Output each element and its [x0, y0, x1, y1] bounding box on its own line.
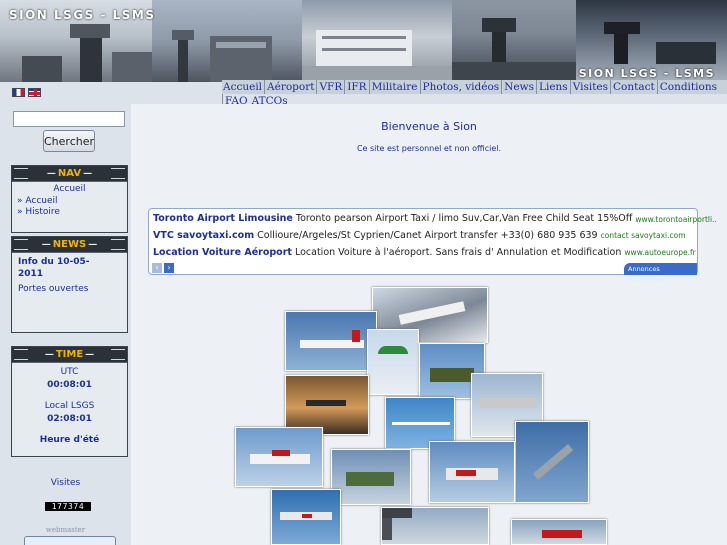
nav-link-aeroport[interactable]: Aéroport	[264, 80, 316, 94]
photo-pc7-trainer[interactable]	[271, 489, 341, 545]
local-time-label: Local LSGS	[44, 401, 95, 411]
utc-label: UTC	[60, 367, 79, 377]
top-navigation: Accueil Aéroport VFR IFR Militaire Photo…	[222, 80, 727, 108]
ad-url[interactable]: www.torontoairportli...	[635, 215, 717, 224]
nav-link-vfr[interactable]: VFR	[316, 80, 344, 94]
ad-title[interactable]: Toronto Airport Limousine	[153, 213, 293, 224]
ad-choices-badge[interactable]: Annonces Google	[624, 263, 697, 286]
nav-link-militaire[interactable]: Militaire	[368, 80, 420, 94]
time-box-title: TIME	[55, 349, 84, 360]
nav-box: — NAV — Accueil » Accueil » Histoire	[11, 165, 128, 233]
news-box: — NEWS — Info du 10-05- 2011 Portes ouve…	[11, 236, 128, 333]
season-label: Heure d'été	[39, 435, 100, 445]
google-logo: Google	[630, 276, 666, 286]
ad-text: Location Voiture à l'aéroport. Sans frai…	[294, 247, 622, 258]
nav-box-link-histoire[interactable]: » Histoire	[17, 207, 122, 219]
chevron-right-icon[interactable]: ›	[164, 263, 174, 273]
nav-box-header: — NAV —	[12, 166, 127, 182]
photo-robin-plane[interactable]	[235, 427, 323, 487]
main-content: Bienvenue à Sion Ce site est personnel e…	[131, 104, 727, 545]
sidebar: Chercher — NAV — Accueil » Accueil » His…	[0, 104, 131, 545]
news-item-text[interactable]: Portes ouvertes	[18, 283, 121, 295]
photo-sunset-jet[interactable]	[285, 375, 369, 435]
time-box-header: — TIME —	[12, 347, 127, 363]
chevron-left-icon[interactable]: ‹	[152, 263, 162, 273]
search-button[interactable]: Chercher	[43, 130, 95, 152]
nav-link-accueil[interactable]: Accueil	[222, 80, 264, 94]
photo-f18-fighter[interactable]	[515, 421, 589, 503]
local-time: 02:08:01	[47, 414, 92, 424]
ad-url[interactable]: www.autoeurope.fr	[624, 248, 695, 257]
ad-text: Collioure/Argeles/St Cyprien/Canet Airpo…	[257, 230, 598, 241]
ad-pagination: ‹ ›	[152, 263, 174, 273]
banner-title-right: SION LSGS - LSMS	[578, 67, 715, 80]
photo-collage	[235, 287, 615, 545]
news-item-year[interactable]: 2011	[18, 268, 121, 280]
ad-title[interactable]: VTC savoytaxi.com	[153, 230, 254, 241]
photo-control-tower[interactable]	[381, 507, 489, 545]
ad-item[interactable]: VTC savoytaxi.com Collioure/Argeles/St C…	[153, 230, 686, 241]
utc-time: 00:08:01	[47, 380, 92, 390]
nav-box-title: NAV	[57, 168, 82, 179]
photo-helicopter-red[interactable]	[429, 441, 515, 503]
ad-item[interactable]: Toronto Airport Limousine Toronto pearso…	[153, 213, 717, 224]
fr-flag-icon[interactable]	[12, 88, 25, 97]
nav-link-news[interactable]: News	[501, 80, 536, 94]
photo-airliner[interactable]	[285, 311, 377, 371]
page: SION LSGS - LSMS SION LSGS - LSMS Accuei…	[0, 0, 727, 545]
nav-link-visites[interactable]: Visites	[569, 80, 610, 94]
banner-photo-airport	[302, 0, 452, 82]
ad-choices-label: Annonces	[628, 265, 660, 273]
news-box-header: — NEWS —	[12, 237, 127, 253]
banner-photo-tower-2	[452, 0, 576, 82]
disclaimer-text: Ce site est personnel et non officiel.	[356, 144, 502, 153]
news-item-title[interactable]: Info du 10-05-	[18, 256, 121, 268]
page-title: Bienvenue à Sion	[381, 120, 477, 133]
site-banner: SION LSGS - LSMS SION LSGS - LSMS	[0, 0, 727, 82]
banner-title-left: SION LSGS - LSMS	[9, 8, 156, 22]
ad-text: Toronto pearson Airport Taxi / limo Suv,…	[295, 213, 633, 224]
visits-label: Visites	[50, 478, 81, 488]
ad-title[interactable]: Location Voiture Aéroport	[153, 247, 292, 258]
gb-flag-icon[interactable]	[28, 88, 41, 97]
webmaster-label: webmaster	[45, 526, 86, 534]
nav-link-ifr[interactable]: IFR	[344, 80, 368, 94]
time-box: — TIME — UTC 00:08:01 Local LSGS 02:08:0…	[11, 346, 128, 457]
ad-url[interactable]: contact savoytaxi.com	[601, 231, 686, 240]
photo-hunter-jet[interactable]	[511, 519, 607, 545]
nav-link-liens[interactable]: Liens	[535, 80, 570, 94]
search-input[interactable]	[13, 111, 125, 127]
nav-link-contact[interactable]: Contact	[610, 80, 657, 94]
nav-box-heading[interactable]: Accueil	[17, 184, 122, 196]
banner-photo-buildings	[152, 0, 302, 82]
webmaster-badge[interactable]	[24, 536, 116, 545]
nav-link-conditions[interactable]: Conditions	[656, 80, 719, 94]
ad-item[interactable]: Location Voiture Aéroport Location Voitu…	[153, 247, 696, 258]
language-switcher	[12, 88, 41, 98]
visit-counter: 177374	[45, 502, 91, 511]
ad-block: Toronto Airport Limousine Toronto pearso…	[148, 208, 717, 286]
nav-box-link-accueil[interactable]: » Accueil	[17, 196, 122, 208]
nav-link-photos-videos[interactable]: Photos, vidéos	[419, 80, 502, 94]
news-box-title: NEWS	[52, 239, 87, 250]
photo-helicopter-green[interactable]	[331, 449, 411, 505]
photo-paraglider[interactable]	[367, 329, 419, 395]
